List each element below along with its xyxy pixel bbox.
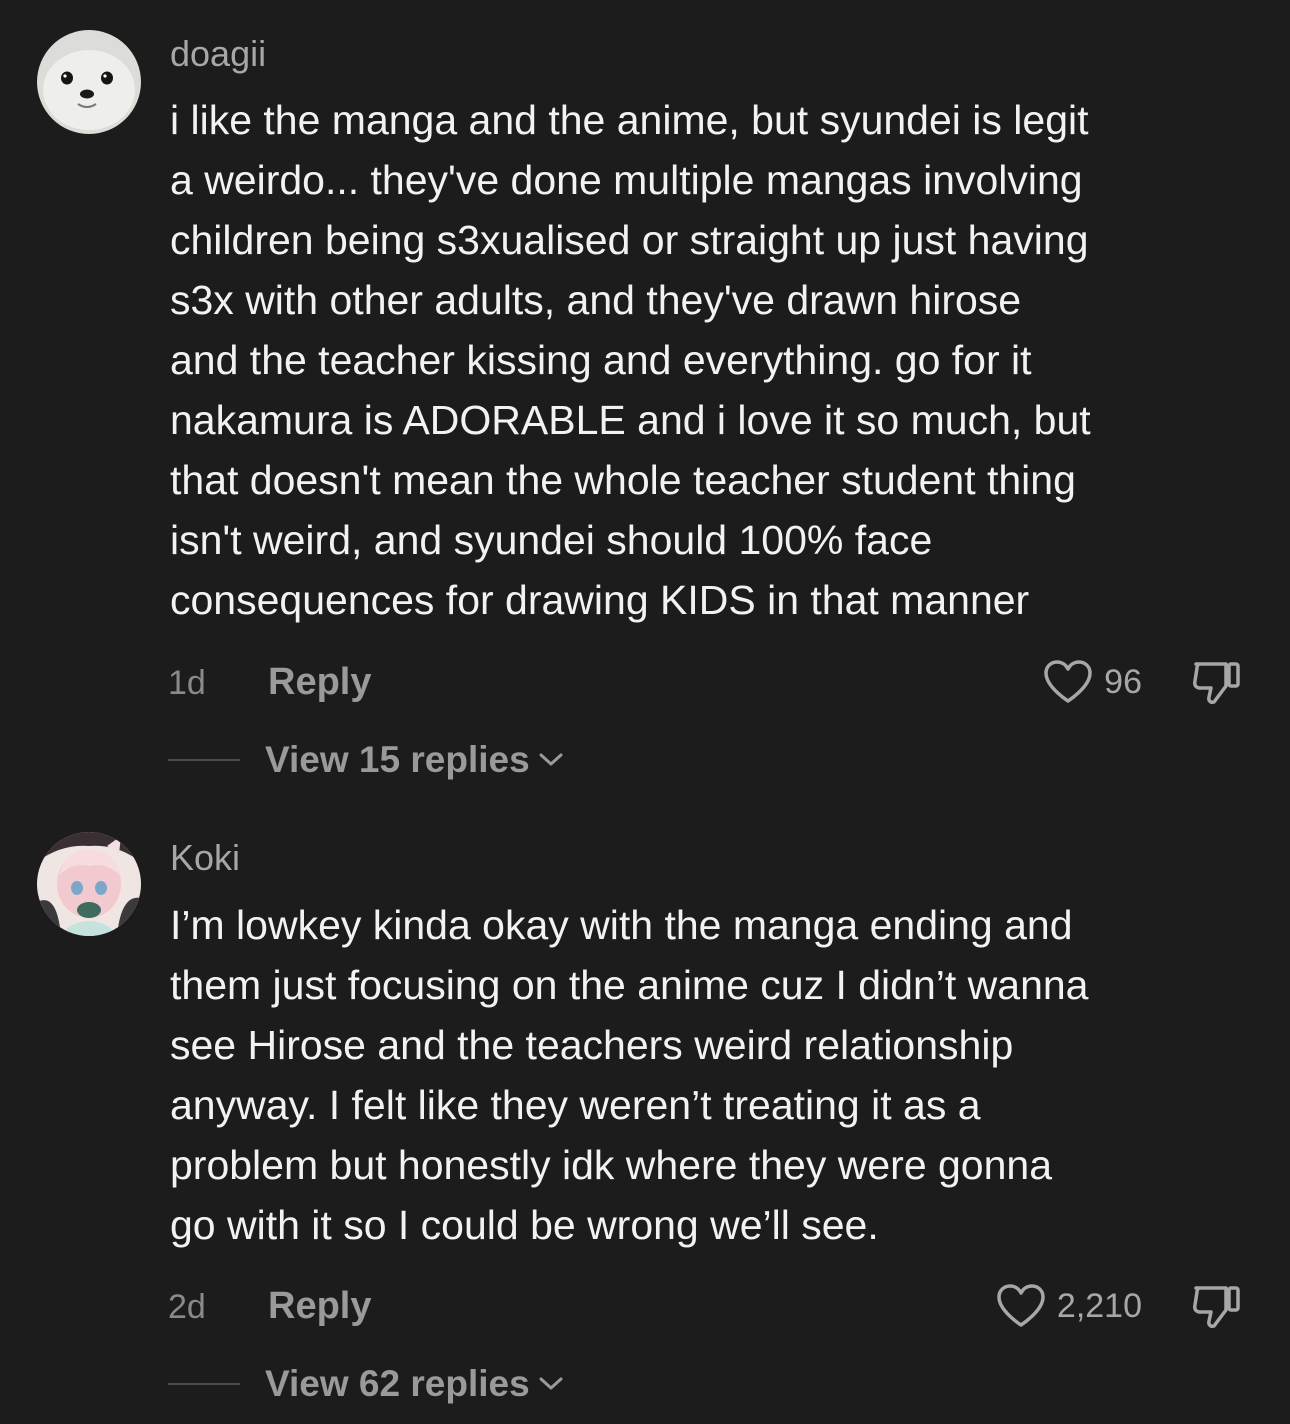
comment-age: 2d bbox=[168, 1288, 206, 1326]
reply-button[interactable]: Reply bbox=[268, 662, 371, 702]
view-replies-button[interactable]: View 15 replies bbox=[265, 740, 564, 780]
dislike-button[interactable] bbox=[1188, 1278, 1244, 1334]
comment-item: doagii i like the manga and the anime, b… bbox=[0, 0, 1290, 800]
comment-line: and the teacher kissing and everything. … bbox=[170, 337, 1032, 383]
view-replies-button[interactable]: View 62 replies bbox=[265, 1364, 564, 1404]
comment-line: that doesn't mean the whole teacher stud… bbox=[170, 457, 1076, 503]
comment-line: them just focusing on the anime cuz I di… bbox=[170, 962, 1089, 1008]
heart-icon bbox=[1044, 660, 1092, 703]
user-avatar[interactable] bbox=[37, 832, 141, 936]
thumbs-down-icon bbox=[1193, 1286, 1240, 1328]
reply-button[interactable]: Reply bbox=[268, 1286, 371, 1326]
comment-line: children being s3xualised or straight up… bbox=[170, 217, 1089, 263]
comment-line: I’m lowkey kinda okay with the manga end… bbox=[170, 902, 1073, 948]
comment-line: go with it so I could be wrong we’ll see… bbox=[170, 1202, 879, 1248]
comment-line: problem but honestly idk where they were… bbox=[170, 1142, 1053, 1188]
comment-username[interactable]: doagii bbox=[170, 34, 266, 74]
comment-line: anyway. I felt like they weren’t treatin… bbox=[170, 1082, 981, 1128]
view-replies-label: View 15 replies bbox=[265, 739, 530, 780]
chevron-down-icon bbox=[539, 753, 563, 766]
comment-line: s3x with other adults, and they've drawn… bbox=[170, 277, 1022, 323]
seal-avatar-icon bbox=[37, 30, 141, 134]
thumbs-down-icon bbox=[1193, 662, 1240, 704]
like-button[interactable]: 96 bbox=[1042, 657, 1142, 707]
like-count: 96 bbox=[1104, 663, 1142, 701]
comment-line: i like the manga and the anime, but syun… bbox=[170, 97, 1089, 143]
comment-line: isn't weird, and syundei should 100% fac… bbox=[170, 517, 933, 563]
like-count: 2,210 bbox=[1056, 1287, 1142, 1325]
comment-username[interactable]: Koki bbox=[170, 838, 240, 878]
comment-line: consequences for drawing KIDS in that ma… bbox=[170, 577, 1030, 623]
comment-text: I’m lowkey kinda okay with the manga end… bbox=[170, 895, 1260, 1255]
comment-line: see Hirose and the teachers weird relati… bbox=[170, 1022, 1014, 1068]
chevron-down-icon bbox=[539, 1377, 563, 1390]
heart-icon bbox=[997, 1284, 1045, 1327]
comment-text: i like the manga and the anime, but syun… bbox=[170, 90, 1260, 630]
dislike-button[interactable] bbox=[1188, 654, 1244, 710]
comment-age: 1d bbox=[168, 664, 206, 702]
comment-line: nakamura is ADORABLE and i love it so mu… bbox=[170, 397, 1091, 443]
comment-line: a weirdo... they've done multiple mangas… bbox=[170, 157, 1083, 203]
comment-item: Koki I’m lowkey kinda okay with the mang… bbox=[0, 800, 1290, 1424]
user-avatar[interactable] bbox=[37, 30, 141, 134]
replies-divider bbox=[168, 1383, 240, 1385]
anime-character-avatar-icon bbox=[37, 832, 141, 936]
replies-divider bbox=[168, 759, 240, 761]
view-replies-label: View 62 replies bbox=[265, 1363, 530, 1404]
like-button[interactable]: 2,210 bbox=[995, 1281, 1142, 1331]
